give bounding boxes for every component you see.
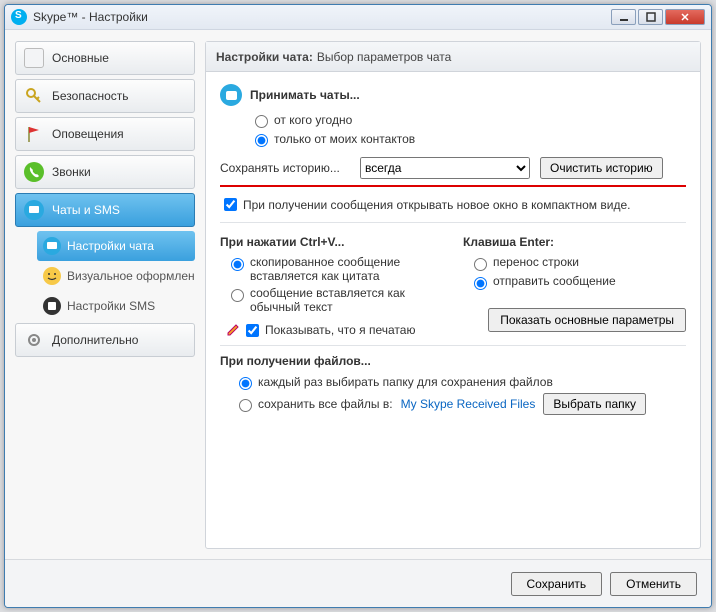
- cancel-button[interactable]: Отменить: [610, 572, 697, 596]
- body: Основные Безопасность Оповещения Звонки …: [5, 31, 711, 559]
- browse-folder-button[interactable]: Выбрать папку: [543, 393, 646, 415]
- sidebar-label: Дополнительно: [52, 333, 138, 347]
- sidebar-label: Безопасность: [52, 89, 129, 103]
- panel-subtitle: Выбор параметров чата: [317, 50, 451, 64]
- show-basic-button[interactable]: Показать основные параметры: [488, 308, 686, 332]
- settings-panel: Настройки чата: Выбор параметров чата Пр…: [205, 41, 701, 549]
- sidebar-label: Оповещения: [52, 127, 124, 141]
- history-label: Сохранять историю...: [220, 161, 360, 175]
- smiley-icon: [43, 267, 61, 285]
- accept-chats-heading: Принимать чаты...: [220, 84, 686, 106]
- compact-window-checkbox[interactable]: При получении сообщения открывать новое …: [220, 195, 686, 214]
- sidebar-item-advanced[interactable]: Дополнительно: [15, 323, 195, 357]
- files-ask-radio[interactable]: каждый раз выбирать папку для сохранения…: [234, 374, 686, 390]
- history-select[interactable]: всегда: [360, 157, 530, 179]
- sidebar-item-calls[interactable]: Звонки: [15, 155, 195, 189]
- sidebar-item-security[interactable]: Безопасность: [15, 79, 195, 113]
- panel-title: Настройки чата:: [216, 50, 313, 64]
- ctrlv-heading: При нажатии Ctrl+V...: [220, 235, 443, 249]
- ctrlv-column: При нажатии Ctrl+V... скопированное сооб…: [220, 231, 443, 317]
- sidebar-sub-sms[interactable]: Настройки SMS: [37, 291, 195, 321]
- sidebar-label: Звонки: [52, 165, 91, 179]
- titlebar[interactable]: Skype™ - Настройки: [5, 5, 711, 30]
- show-basic-row: Показать основные параметры: [488, 308, 686, 332]
- separator: [220, 222, 686, 223]
- window-title: Skype™ - Настройки: [33, 10, 609, 24]
- enter-heading: Клавиша Enter:: [463, 235, 686, 249]
- ctrlv-plain-radio[interactable]: сообщение вставляется как обычный текст: [226, 286, 443, 314]
- chat-bubble-icon: [220, 84, 242, 106]
- sidebar-item-general[interactable]: Основные: [15, 41, 195, 75]
- sms-icon: [43, 297, 61, 315]
- panel-body: Принимать чаты... от кого угодно только …: [206, 72, 700, 428]
- window-buttons: [609, 9, 705, 25]
- skype-logo-icon: [11, 9, 27, 25]
- typing-checkbox[interactable]: [246, 324, 259, 337]
- sidebar-sub-chat-settings[interactable]: Настройки чата: [37, 231, 195, 261]
- sidebar-sub-label: Визуальное оформлен...: [67, 269, 195, 283]
- two-column: При нажатии Ctrl+V... скопированное сооб…: [220, 231, 686, 317]
- enter-send-radio[interactable]: отправить сообщение: [469, 274, 686, 290]
- flag-icon: [24, 124, 44, 144]
- sidebar-item-chats-sms[interactable]: Чаты и SMS: [15, 193, 195, 227]
- file-save-section: При получении файлов... каждый раз выбир…: [220, 354, 686, 415]
- bottom-bar: Сохранить Отменить: [5, 559, 711, 607]
- chat-icon: [24, 200, 44, 220]
- accept-contacts-radio[interactable]: только от моих контактов: [250, 131, 686, 147]
- sidebar-item-notifications[interactable]: Оповещения: [15, 117, 195, 151]
- files-heading: При получении файлов...: [220, 354, 686, 368]
- separator: [220, 345, 686, 346]
- chat-settings-icon: [43, 237, 61, 255]
- files-path-link[interactable]: My Skype Received Files: [401, 397, 536, 411]
- enter-newline-radio[interactable]: перенос строки: [469, 255, 686, 271]
- sidebar-subgroup: Настройки чата Визуальное оформлен... На…: [37, 231, 195, 321]
- ctrlv-quote-radio[interactable]: скопированное сообщение вставляется как …: [226, 255, 443, 283]
- clear-history-button[interactable]: Очистить историю: [540, 157, 663, 179]
- sidebar-sub-label: Настройки чата: [67, 239, 154, 253]
- general-icon: [24, 48, 44, 68]
- minimize-button[interactable]: [611, 9, 636, 25]
- panel-header: Настройки чата: Выбор параметров чата: [206, 42, 700, 72]
- maximize-button[interactable]: [638, 9, 663, 25]
- enter-column: Клавиша Enter: перенос строки отправить …: [463, 231, 686, 317]
- save-button[interactable]: Сохранить: [511, 572, 603, 596]
- sidebar-label: Основные: [52, 51, 109, 65]
- sidebar: Основные Безопасность Оповещения Звонки …: [15, 41, 195, 549]
- phone-icon: [24, 162, 44, 182]
- history-row: Сохранять историю... всегда Очистить ист…: [220, 157, 686, 179]
- red-underline: [220, 185, 686, 187]
- settings-window: Skype™ - Настройки Основные Безопасность…: [4, 4, 712, 608]
- sidebar-label: Чаты и SMS: [52, 203, 120, 217]
- files-saveto-row: сохранить все файлы в: My Skype Received…: [234, 393, 686, 415]
- gear-icon: [24, 330, 44, 350]
- sidebar-sub-appearance[interactable]: Визуальное оформлен...: [37, 261, 195, 291]
- accept-anyone-radio[interactable]: от кого угодно: [250, 112, 686, 128]
- key-icon: [24, 86, 44, 106]
- sidebar-sub-label: Настройки SMS: [67, 299, 155, 313]
- pencil-icon: [226, 323, 240, 337]
- close-button[interactable]: [665, 9, 705, 25]
- files-saveto-radio[interactable]: [239, 399, 252, 412]
